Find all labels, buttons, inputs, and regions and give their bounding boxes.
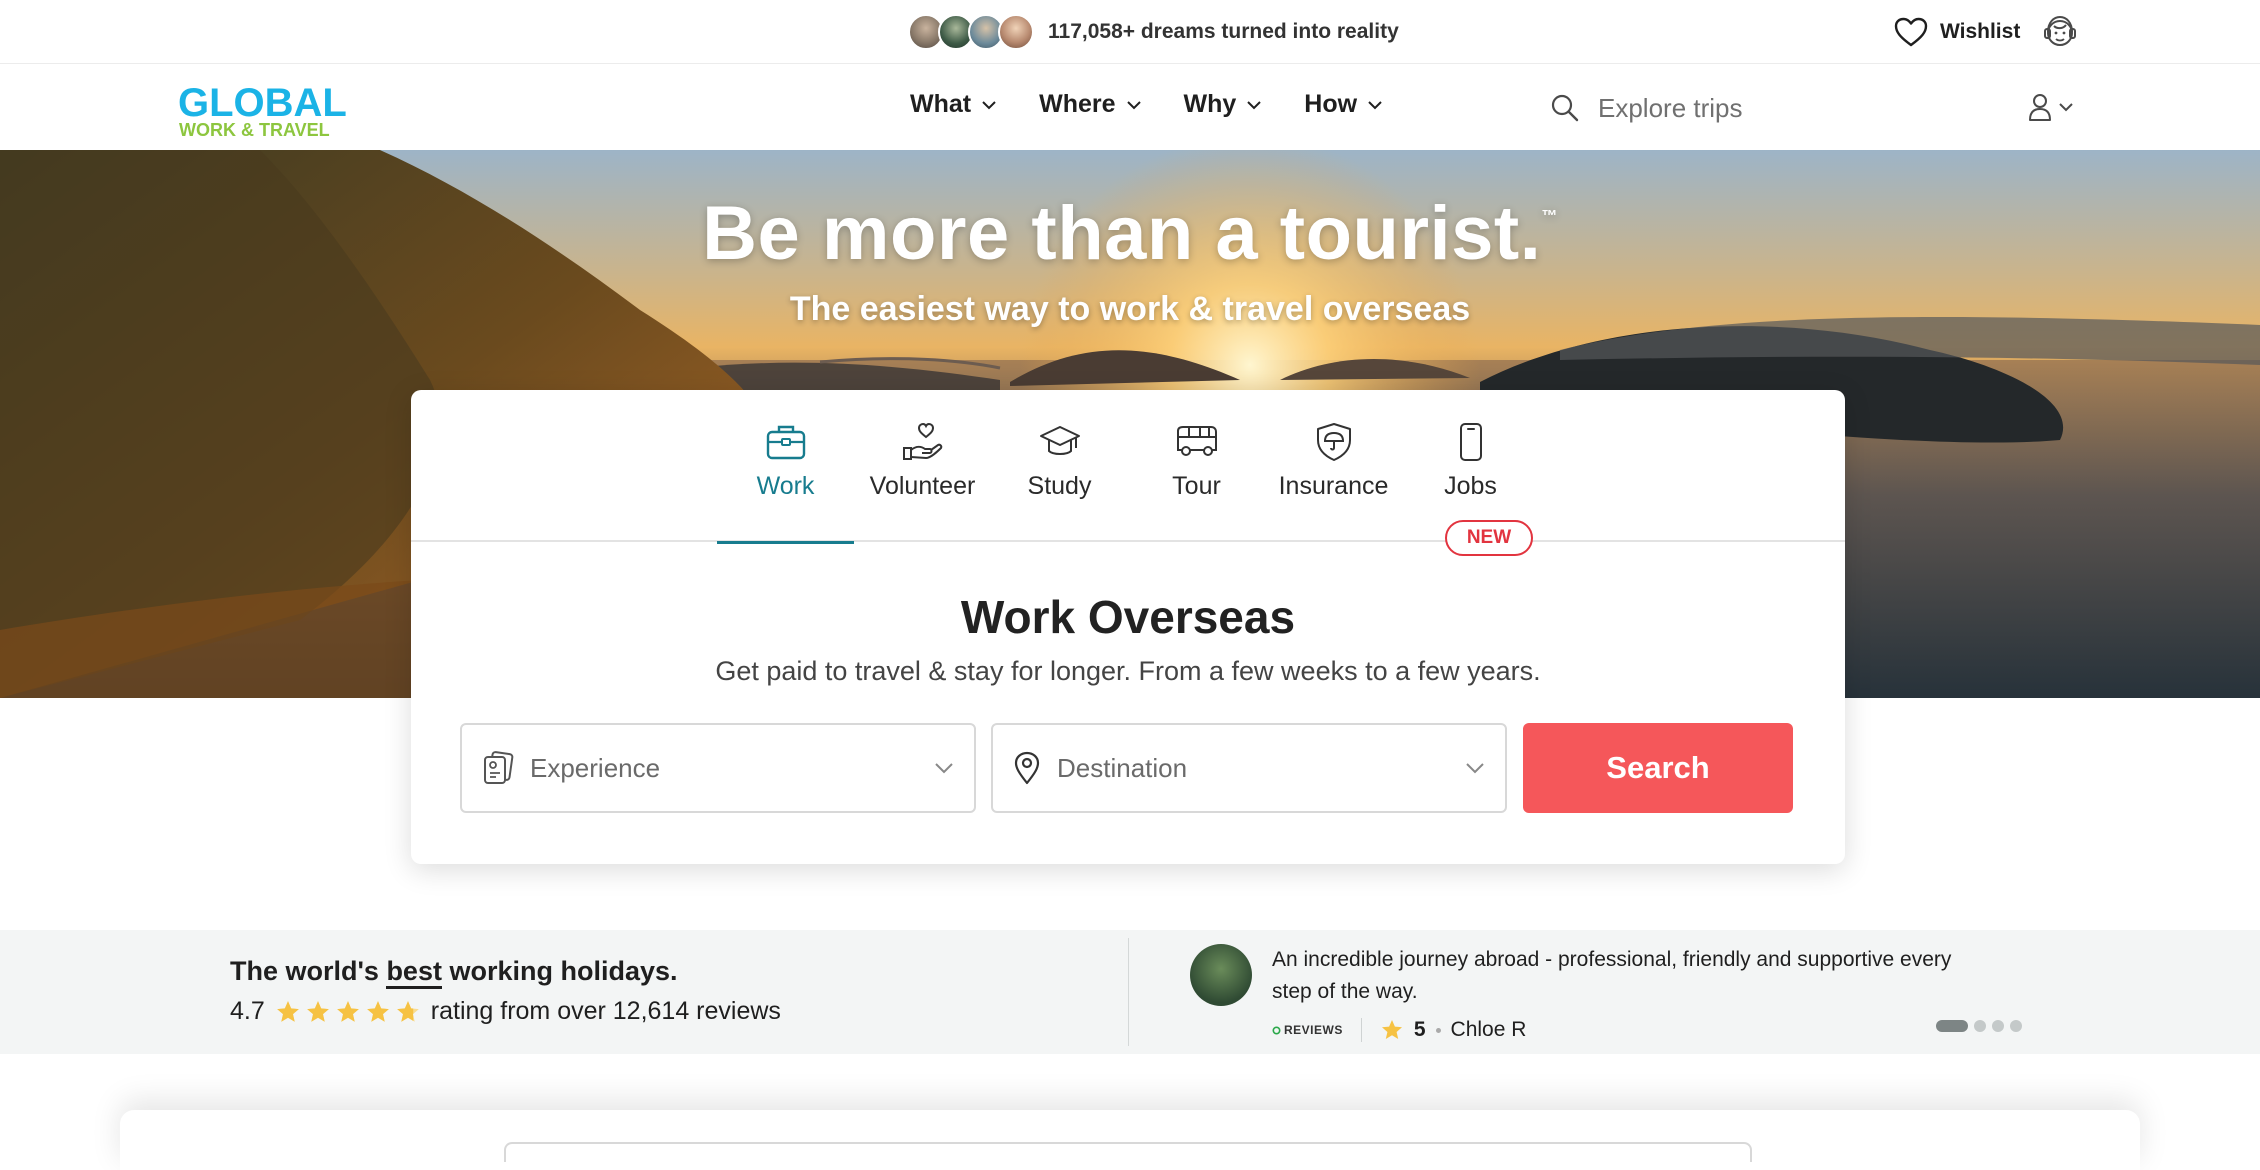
phone-icon bbox=[1459, 423, 1482, 461]
meta-dot bbox=[1435, 1027, 1441, 1033]
new-badge: NEW bbox=[1445, 520, 1533, 556]
chevron-down-icon bbox=[1247, 100, 1262, 109]
top-bar: 117,058+ dreams turned into reality Wish… bbox=[0, 0, 2260, 64]
tab-label: Volunteer bbox=[869, 472, 976, 500]
menu-label: What bbox=[910, 90, 972, 118]
tab-tour[interactable]: Tour bbox=[1128, 390, 1265, 542]
tab-label: Jobs bbox=[1444, 472, 1497, 500]
experience-select[interactable]: Experience bbox=[460, 723, 976, 813]
experience-placeholder: Experience bbox=[530, 752, 661, 783]
chevron-down-icon bbox=[982, 100, 996, 109]
menu-label: Why bbox=[1183, 90, 1237, 118]
wishlist-link[interactable]: Wishlist bbox=[1894, 14, 2020, 50]
star-icon bbox=[336, 1000, 359, 1022]
star-icon bbox=[396, 1000, 419, 1022]
hero-title: Be more than a tourist.™ bbox=[702, 191, 1558, 276]
chevron-down-icon bbox=[935, 763, 953, 774]
card-title: Work Overseas bbox=[960, 591, 1296, 643]
destination-select[interactable]: Destination bbox=[991, 723, 1507, 813]
carousel-dot[interactable] bbox=[1992, 1020, 2004, 1032]
source-dot-icon bbox=[1272, 1025, 1281, 1035]
chevron-down-icon bbox=[2059, 103, 2073, 112]
tab-label: Study bbox=[1027, 472, 1092, 500]
carousel-dot[interactable] bbox=[2010, 1020, 2022, 1032]
explore-search[interactable] bbox=[1550, 86, 1870, 130]
menu-label: How bbox=[1304, 90, 1358, 118]
carousel-dots bbox=[1936, 1020, 2022, 1032]
tab-label: Insurance bbox=[1278, 472, 1389, 500]
search-card: Work Volunteer Study Tour Insurance Jobs… bbox=[411, 390, 1845, 864]
reviewer-avatar bbox=[1190, 944, 1252, 1006]
heart-icon bbox=[1894, 17, 1928, 47]
support-agent-icon[interactable] bbox=[2040, 12, 2080, 52]
destination-placeholder: Destination bbox=[1057, 752, 1188, 783]
svg-text:GLOBAL: GLOBAL bbox=[178, 81, 347, 125]
shield-umbrella-icon bbox=[1316, 423, 1351, 461]
global-work-travel-logo[interactable]: GLOBAL WORK & TRAVEL bbox=[176, 78, 366, 140]
traveler-avatars bbox=[908, 14, 1034, 50]
tab-volunteer[interactable]: Volunteer bbox=[854, 390, 991, 542]
tab-work[interactable]: Work bbox=[717, 390, 854, 544]
avatar bbox=[998, 14, 1034, 50]
rating-line: 4.7 rating from over 12,614 reviews bbox=[230, 997, 781, 1026]
cards-icon bbox=[484, 751, 514, 784]
testimonial-quote: An incredible journey abroad - professio… bbox=[1272, 948, 1952, 1003]
reviewer-name: Chloe R bbox=[1450, 1018, 1527, 1041]
tab-insurance[interactable]: Insurance bbox=[1265, 390, 1402, 542]
carousel-dot[interactable] bbox=[1974, 1020, 1986, 1032]
star-icon bbox=[1381, 1020, 1402, 1039]
review-score: 5 bbox=[1413, 1018, 1426, 1041]
dreams-text: 117,058+ dreams turned into reality bbox=[1048, 20, 1399, 43]
graduation-cap-icon bbox=[1039, 426, 1080, 455]
main-menu: What Where Why How bbox=[910, 90, 1383, 119]
hand-heart-icon bbox=[902, 422, 942, 460]
carousel-dot[interactable] bbox=[1936, 1020, 1968, 1032]
menu-item-why[interactable]: Why bbox=[1184, 90, 1263, 119]
user-icon bbox=[2029, 94, 2051, 121]
trademark-mark: ™ bbox=[1541, 208, 1558, 225]
briefcase-icon bbox=[766, 425, 805, 460]
rating-value: 4.7 bbox=[230, 997, 265, 1025]
hero-subtitle: The easiest way to work & travel oversea… bbox=[789, 290, 1471, 328]
star-icon bbox=[276, 1000, 299, 1022]
rating-summary: The world's best working holidays. 4.7 r… bbox=[230, 956, 781, 1026]
review-source: REVIEWS bbox=[1272, 1023, 1343, 1037]
chevron-down-icon bbox=[1368, 100, 1382, 109]
menu-item-how[interactable]: How bbox=[1304, 90, 1383, 119]
search-button[interactable]: Search bbox=[1523, 723, 1793, 813]
menu-label: Where bbox=[1039, 90, 1116, 118]
bus-icon bbox=[1176, 426, 1217, 456]
account-menu[interactable] bbox=[2028, 92, 2074, 122]
menu-item-where[interactable]: Where bbox=[1039, 90, 1141, 119]
reviews-headline: The world's best working holidays. bbox=[230, 956, 781, 989]
svg-text:WORK & TRAVEL: WORK & TRAVEL bbox=[179, 120, 330, 140]
star-icon bbox=[306, 1000, 329, 1022]
card-subtitle: Get paid to travel & stay for longer. Fr… bbox=[715, 656, 1541, 686]
chevron-down-icon bbox=[1126, 100, 1141, 109]
trip-type-tabs: Work Volunteer Study Tour Insurance Jobs bbox=[411, 390, 1845, 544]
explore-trips-input[interactable] bbox=[1598, 92, 1858, 124]
meta-separator bbox=[1360, 1018, 1362, 1042]
wishlist-label: Wishlist bbox=[1940, 20, 2021, 43]
menu-item-what[interactable]: What bbox=[910, 90, 997, 119]
search-icon bbox=[1551, 94, 1579, 122]
dreams-counter: 117,058+ dreams turned into reality bbox=[908, 12, 1399, 52]
main-navbar: GLOBAL WORK & TRAVEL What Where Why How bbox=[0, 64, 2260, 150]
rating-stars bbox=[275, 999, 421, 1025]
location-pin-icon bbox=[1014, 751, 1040, 785]
tab-label: Tour bbox=[1172, 472, 1221, 500]
next-section-frame bbox=[504, 1142, 1752, 1162]
tab-label: Work bbox=[756, 472, 815, 500]
star-icon bbox=[366, 1000, 389, 1022]
chevron-down-icon bbox=[1466, 763, 1484, 774]
reviews-strip: The world's best working holidays. 4.7 r… bbox=[0, 930, 2260, 1054]
testimonial-meta: REVIEWS 5 Chloe R bbox=[1272, 1018, 1526, 1042]
rating-text: rating from over 12,614 reviews bbox=[430, 997, 781, 1025]
reviews-divider bbox=[1128, 938, 1129, 1046]
tab-study[interactable]: Study bbox=[991, 390, 1128, 542]
